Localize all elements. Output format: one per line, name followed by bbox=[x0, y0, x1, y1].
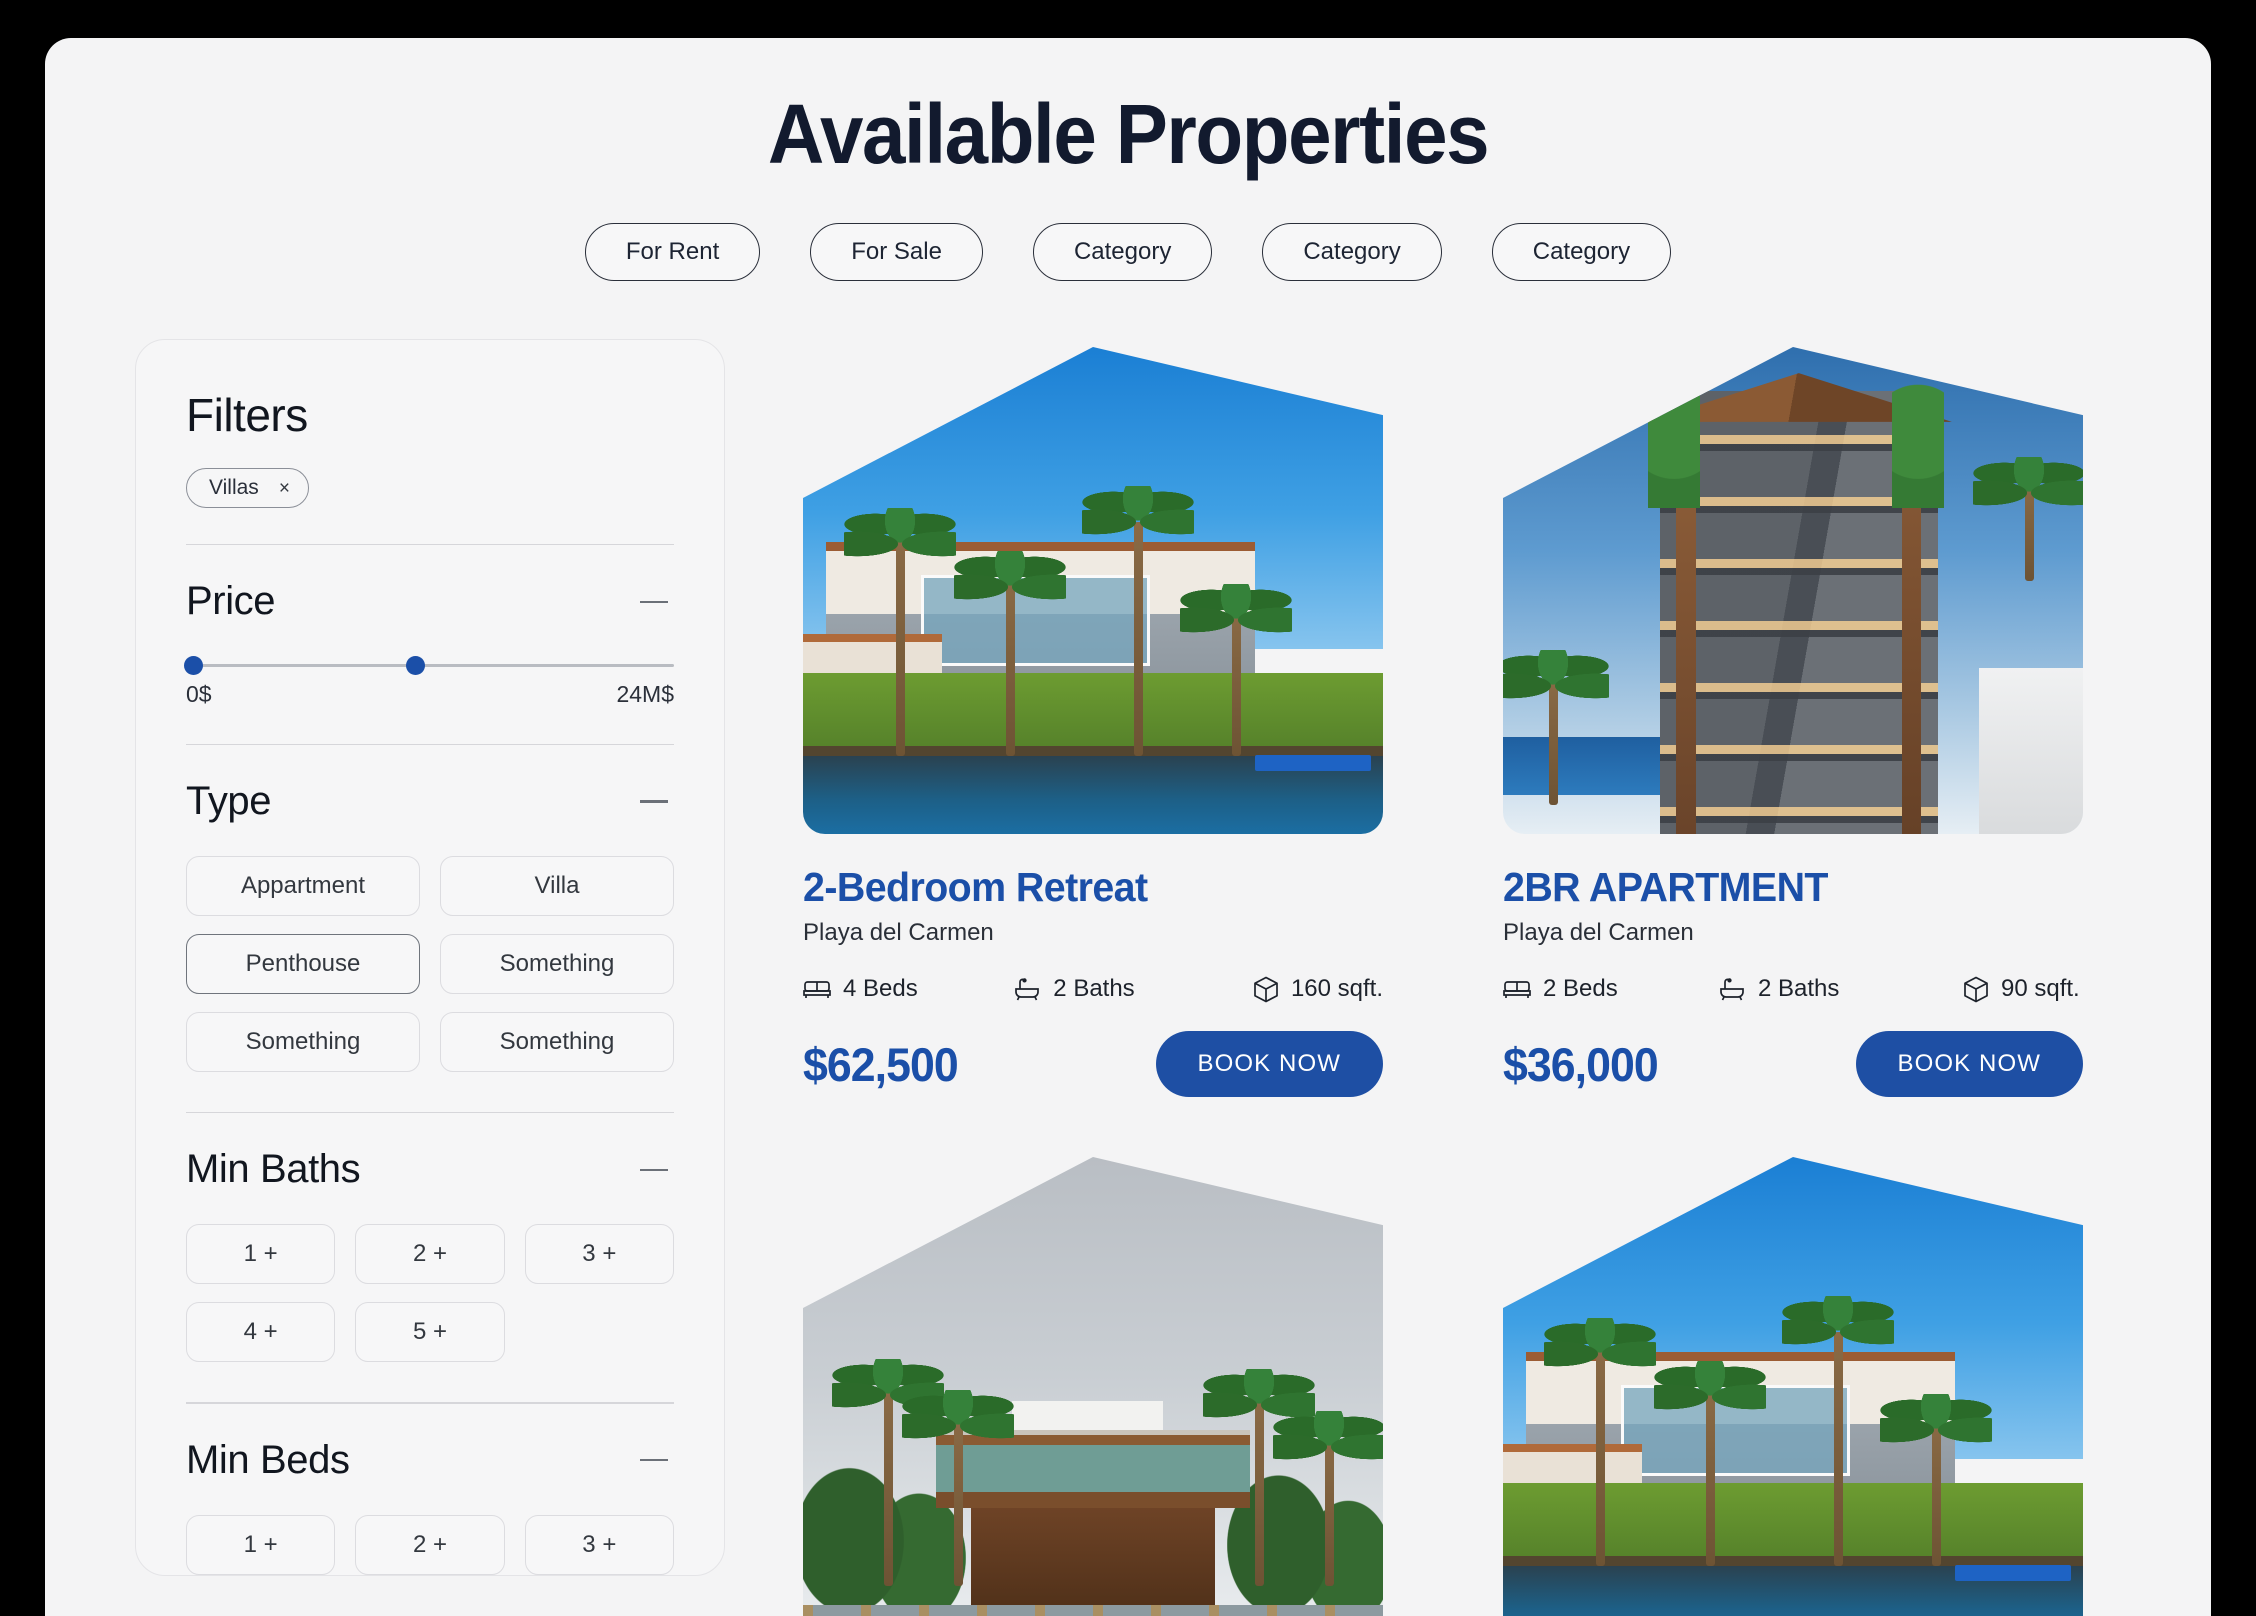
filter-section-type: Type Appartment Villa Penthouse Somethin… bbox=[186, 745, 674, 1114]
price-range-slider[interactable]: 0$ 24M$ bbox=[184, 656, 674, 708]
property-title: 2-Bedroom Retreat bbox=[803, 864, 1148, 910]
type-option-6[interactable]: Something bbox=[440, 1012, 674, 1073]
min-beds-option-1[interactable]: 1 + bbox=[186, 1514, 336, 1575]
filters-panel: Filters Villas × Price 0$ 24M$ Type Appa… bbox=[135, 339, 725, 1576]
filter-section-price: Price 0$ 24M$ bbox=[184, 545, 674, 746]
app-page: Available Properties For Rent For Sale C… bbox=[45, 38, 2211, 1616]
type-option-appartment[interactable]: Appartment bbox=[186, 856, 420, 917]
minus-icon[interactable] bbox=[640, 600, 668, 603]
property-price: $62,500 bbox=[803, 1037, 959, 1091]
property-location: Playa del Carmen bbox=[803, 919, 994, 946]
min-baths-option-5[interactable]: 5 + bbox=[355, 1302, 505, 1363]
slider-handle-max[interactable] bbox=[405, 656, 425, 676]
min-beds-option-2[interactable]: 2 + bbox=[355, 1514, 505, 1575]
min-beds-option-grid: 1 + 2 + 3 + bbox=[186, 1514, 674, 1575]
waterfront-villa-photo[interactable] bbox=[1503, 1157, 2083, 1616]
property-card[interactable]: 2-Bedroom Retreat Playa del Carmen 4 Bed… bbox=[803, 347, 1383, 1097]
bed-icon bbox=[803, 981, 831, 998]
property-card[interactable] bbox=[1503, 1157, 2083, 1616]
category-pill-4[interactable]: Category bbox=[1262, 223, 1442, 281]
filter-chip-label: Villas bbox=[209, 476, 259, 499]
price-max-label: 24M$ bbox=[616, 680, 674, 707]
category-pill-for-sale[interactable]: For Sale bbox=[810, 223, 983, 281]
modern-apartment-tower-photo[interactable] bbox=[1503, 347, 2083, 834]
bathtub-icon bbox=[1720, 978, 1744, 1001]
filters-heading: Filters bbox=[186, 389, 308, 441]
min-baths-option-1[interactable]: 1 + bbox=[186, 1224, 336, 1285]
property-location: Playa del Carmen bbox=[1503, 919, 1694, 946]
close-icon[interactable]: × bbox=[279, 479, 290, 498]
waterfront-villa-photo[interactable] bbox=[803, 347, 1383, 834]
spec-area-label: 160 sqft. bbox=[1290, 975, 1383, 1002]
property-specs: 2 Beds 2 Baths 90 sqft. bbox=[1503, 975, 2083, 1003]
slider-handle-min[interactable] bbox=[184, 656, 203, 676]
section-title-min-baths: Min Baths bbox=[186, 1147, 361, 1192]
book-now-button[interactable]: BOOK NOW bbox=[1855, 1031, 2083, 1097]
min-baths-option-3[interactable]: 3 + bbox=[524, 1224, 674, 1285]
minus-icon[interactable] bbox=[640, 1168, 668, 1172]
spec-baths: 2 Baths bbox=[1013, 975, 1253, 1003]
slider-track[interactable] bbox=[184, 656, 674, 676]
cube-icon bbox=[1964, 976, 1988, 1002]
bed-icon bbox=[1503, 981, 1531, 998]
spec-baths-label: 2 Baths bbox=[1758, 975, 1840, 1002]
type-option-5[interactable]: Something bbox=[186, 1012, 420, 1073]
cube-icon bbox=[1254, 976, 1278, 1002]
min-beds-option-3[interactable]: 3 + bbox=[524, 1514, 674, 1575]
book-now-button[interactable]: BOOK NOW bbox=[1155, 1031, 1383, 1097]
property-specs: 4 Beds 2 Baths 160 sqft. bbox=[803, 975, 1383, 1003]
section-title-type: Type bbox=[186, 779, 272, 824]
category-pill-bar: For Rent For Sale Category Category Cate… bbox=[45, 223, 2211, 281]
category-pill-for-rent[interactable]: For Rent bbox=[584, 223, 761, 281]
property-title: 2BR APARTMENT bbox=[1503, 864, 1828, 910]
page-title: Available Properties bbox=[767, 87, 1490, 181]
category-pill-3[interactable]: Category bbox=[1032, 223, 1213, 281]
type-option-villa[interactable]: Villa bbox=[440, 856, 674, 917]
modern-beach-house-photo[interactable] bbox=[803, 1157, 1383, 1616]
spec-area: 90 sqft. bbox=[1963, 975, 2080, 1003]
filter-section-min-baths: Min Baths 1 + 2 + 3 + 4 + 5 + bbox=[186, 1113, 674, 1404]
property-price: $36,000 bbox=[1503, 1037, 1659, 1091]
spec-area: 160 sqft. bbox=[1253, 975, 1383, 1003]
type-option-4[interactable]: Something bbox=[440, 934, 674, 995]
spec-beds-label: 2 Beds bbox=[1543, 975, 1618, 1002]
spec-beds: 4 Beds bbox=[803, 975, 1013, 1003]
price-min-label: 0$ bbox=[186, 680, 212, 707]
property-listings-grid: 2-Bedroom Retreat Playa del Carmen 4 Bed… bbox=[803, 339, 2083, 1616]
spec-baths-label: 2 Baths bbox=[1053, 975, 1135, 1002]
type-option-grid: Appartment Villa Penthouse Something Som… bbox=[186, 856, 674, 1073]
section-title-price: Price bbox=[186, 579, 276, 624]
spec-beds-label: 4 Beds bbox=[843, 975, 918, 1002]
spec-beds: 2 Beds bbox=[1503, 975, 1718, 1003]
spec-area-label: 90 sqft. bbox=[2001, 975, 2080, 1002]
active-filter-chips: Villas × bbox=[186, 468, 674, 508]
spec-baths: 2 Baths bbox=[1718, 975, 1963, 1003]
bathtub-icon bbox=[1015, 978, 1040, 1001]
min-baths-option-2[interactable]: 2 + bbox=[355, 1224, 505, 1285]
property-card[interactable]: 2BR APARTMENT Playa del Carmen 2 Beds 2 … bbox=[1503, 347, 2083, 1097]
category-pill-5[interactable]: Category bbox=[1491, 223, 1672, 281]
section-title-min-beds: Min Beds bbox=[186, 1437, 350, 1482]
property-card[interactable] bbox=[803, 1157, 1383, 1616]
min-baths-option-grid: 1 + 2 + 3 + 4 + 5 + bbox=[186, 1224, 674, 1363]
filter-section-min-beds: Min Beds 1 + 2 + 3 + bbox=[186, 1404, 674, 1575]
min-baths-option-4[interactable]: 4 + bbox=[186, 1302, 336, 1363]
filter-chip-villas[interactable]: Villas × bbox=[186, 468, 309, 508]
minus-icon[interactable] bbox=[640, 800, 668, 803]
minus-icon[interactable] bbox=[640, 1459, 668, 1462]
type-option-penthouse[interactable]: Penthouse bbox=[186, 934, 420, 995]
